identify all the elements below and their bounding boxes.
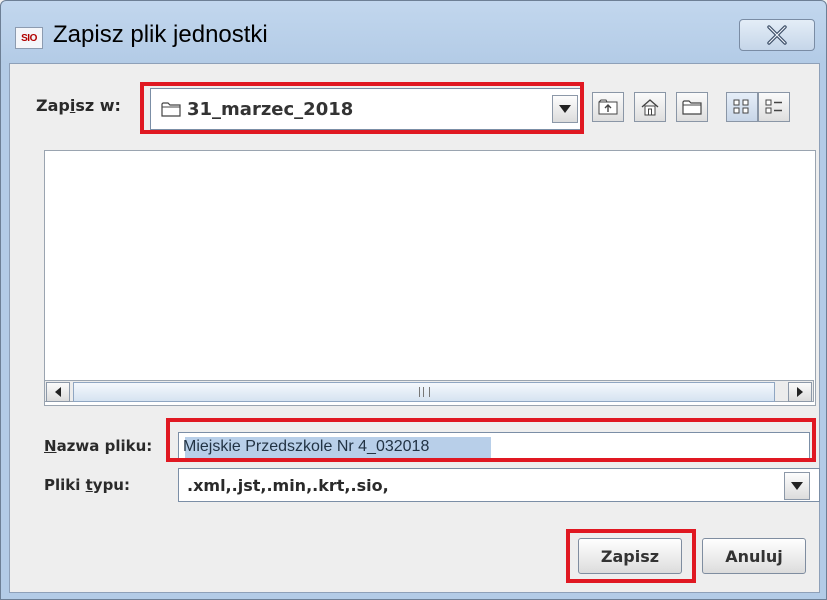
save-in-value: 31_marzec_2018	[187, 99, 354, 120]
home-button[interactable]	[634, 92, 666, 122]
scroll-right-button[interactable]	[788, 382, 812, 402]
file-type-value: .xml,.jst,.min,.krt,.sio,	[187, 476, 389, 495]
title-bar[interactable]: SIO Zapisz plik jednostki	[1, 1, 826, 63]
sio-app-icon: SIO	[15, 27, 43, 49]
chevron-right-icon	[797, 387, 803, 397]
up-one-level-button[interactable]	[592, 92, 624, 122]
dialog-content: Zapisz w: 31_marzec_2018 Nazwa pliku: Mi…	[9, 63, 820, 593]
chevron-left-icon	[55, 387, 61, 397]
grip-icon	[418, 387, 430, 397]
file-type-combobox[interactable]: .xml,.jst,.min,.krt,.sio,	[178, 468, 820, 502]
close-icon	[767, 25, 787, 45]
home-icon	[641, 99, 659, 116]
list-view-icon	[733, 99, 749, 114]
list-view-button[interactable]	[726, 92, 758, 122]
details-view-icon	[765, 99, 782, 114]
cancel-button[interactable]: Anuluj	[702, 538, 806, 574]
file-name-input[interactable]	[183, 436, 783, 458]
chevron-down-icon	[559, 105, 571, 113]
folder-icon	[161, 102, 181, 117]
new-folder-button[interactable]	[676, 92, 708, 122]
dialog-title: Zapisz plik jednostki	[53, 21, 268, 48]
save-in-label: Zapisz w:	[36, 96, 121, 115]
save-in-combobox[interactable]: 31_marzec_2018	[150, 88, 582, 130]
file-type-label: Pliki typu:	[44, 476, 130, 494]
file-list[interactable]	[44, 150, 816, 406]
save-dialog: SIO Zapisz plik jednostki Zapisz w: 31_m…	[0, 0, 827, 600]
scroll-left-button[interactable]	[46, 382, 70, 402]
new-folder-icon	[682, 100, 702, 115]
up-one-level-icon	[598, 99, 618, 115]
save-in-dropdown-button[interactable]	[552, 95, 578, 123]
file-name-label: Nazwa pliku:	[44, 437, 153, 455]
chevron-down-icon	[791, 482, 803, 490]
file-name-field[interactable]	[178, 432, 810, 462]
close-button[interactable]	[739, 19, 815, 51]
details-view-button[interactable]	[758, 92, 790, 122]
scrollbar-thumb[interactable]	[73, 382, 775, 402]
horizontal-scrollbar[interactable]	[44, 380, 814, 402]
file-type-dropdown-button[interactable]	[784, 472, 810, 500]
save-button[interactable]: Zapisz	[578, 538, 682, 574]
